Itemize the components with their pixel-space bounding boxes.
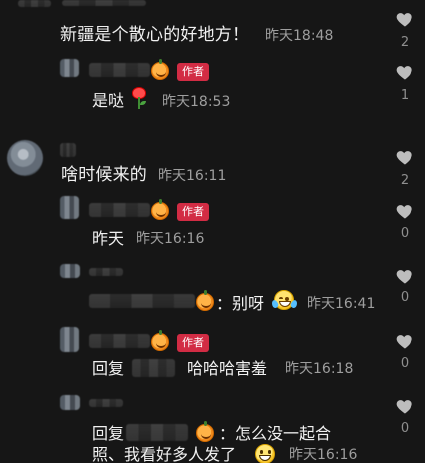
comment-7-line-1: ：怎么没一起合	[219, 424, 332, 443]
pumpkin-emoji-icon	[151, 199, 169, 220]
comment-5-time: 昨天16:41	[307, 296, 376, 312]
comment-3-text: 啥时候来的	[61, 165, 147, 185]
comment-7-time: 昨天16:16	[289, 447, 358, 463]
heart-icon[interactable]	[394, 266, 416, 286]
heart-icon[interactable]	[394, 9, 416, 29]
comment-7-prefix: 回复	[92, 424, 125, 443]
author-badge: 作者	[177, 203, 209, 221]
comment-1-text: 新疆是个散心的好地方！	[60, 25, 250, 45]
comment-5-like-count: 0	[400, 290, 410, 305]
grinning-emoji-icon	[255, 444, 275, 463]
heart-icon[interactable]	[394, 62, 416, 82]
comment-6-time: 昨天16:18	[285, 361, 354, 377]
user-name-masked[interactable]	[89, 399, 123, 407]
pumpkin-emoji-icon	[151, 330, 169, 351]
author-name-masked[interactable]	[89, 63, 150, 77]
rose-emoji-icon	[130, 87, 148, 109]
comment-4-text: 昨天	[92, 229, 125, 248]
comment-1-like-count: 2	[400, 35, 410, 50]
comment-4-like-count: 0	[400, 226, 410, 241]
author-name-masked[interactable]	[89, 334, 150, 348]
comment-6-text: 哈哈哈害羞	[187, 359, 268, 378]
comment-4-time: 昨天16:16	[136, 231, 205, 247]
comment-6-like-count: 0	[400, 356, 410, 371]
replied-user-name-masked[interactable]	[89, 294, 195, 308]
comment-1-time: 昨天18:48	[265, 28, 334, 44]
user-avatar[interactable]	[60, 264, 80, 278]
heart-icon[interactable]	[394, 396, 416, 416]
replied-user-name-masked[interactable]	[132, 359, 175, 377]
user-avatar[interactable]	[7, 140, 43, 176]
comment-list-screen: 新疆是个散心的好地方！ 昨天18:48 2 作者 是哒 昨天18:53 1 啥时…	[0, 0, 425, 463]
user-avatar[interactable]	[60, 395, 80, 410]
tears-of-joy-emoji-icon	[270, 290, 299, 310]
user-name-masked[interactable]	[89, 268, 123, 276]
comment-7-line-2: 照、我看好多人发了	[92, 445, 237, 463]
heart-icon[interactable]	[394, 331, 416, 351]
author-avatar[interactable]	[60, 327, 79, 352]
comment-2-time: 昨天18:53	[162, 94, 231, 110]
author-avatar[interactable]	[60, 196, 79, 219]
top-avatar-fragment	[18, 0, 51, 7]
pumpkin-emoji-icon	[151, 59, 169, 80]
comment-2-text: 是哒	[92, 91, 125, 110]
heart-icon[interactable]	[394, 147, 416, 167]
comment-2-like-count: 1	[400, 88, 410, 103]
pumpkin-emoji-icon	[196, 290, 214, 311]
author-badge: 作者	[177, 334, 209, 352]
top-name-fragment	[62, 0, 146, 6]
comment-3-like-count: 2	[400, 173, 410, 188]
comment-6-prefix: 回复	[92, 359, 125, 378]
comment-5-text: ：别呀	[216, 294, 265, 313]
author-badge: 作者	[177, 63, 209, 81]
replied-user-name-masked[interactable]	[126, 424, 188, 441]
author-name-masked[interactable]	[89, 203, 150, 217]
user-name-masked[interactable]	[60, 143, 76, 157]
pumpkin-emoji-icon	[196, 421, 214, 442]
comment-7-like-count: 0	[400, 421, 410, 436]
heart-icon[interactable]	[394, 201, 416, 221]
comment-3-time: 昨天16:11	[158, 168, 227, 184]
author-avatar[interactable]	[60, 59, 79, 77]
